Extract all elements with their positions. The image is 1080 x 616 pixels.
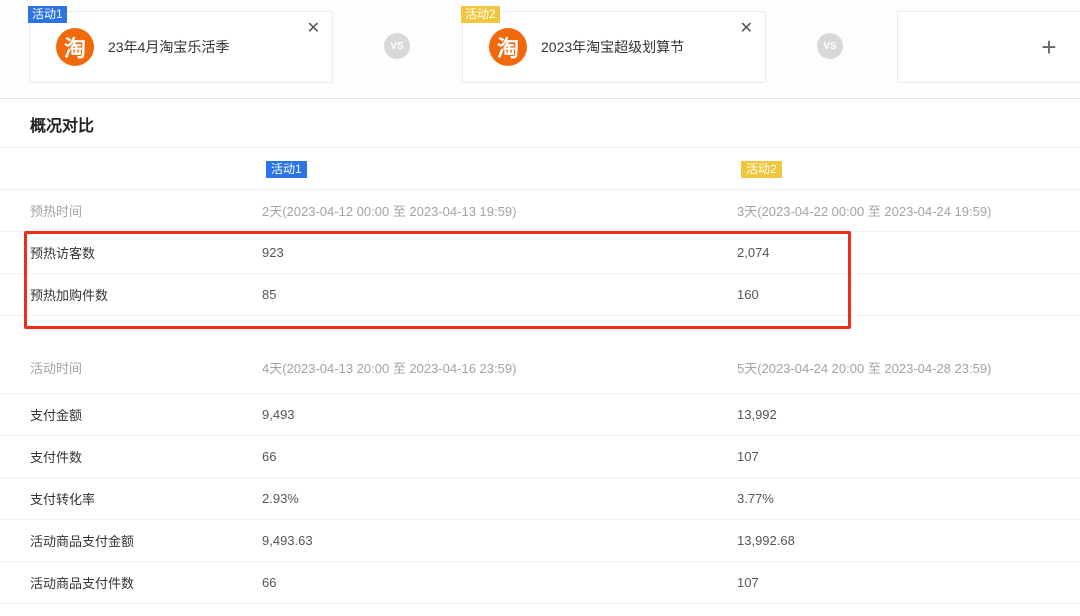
activity1-value: 9,493 <box>262 407 737 422</box>
add-activity-card[interactable]: + <box>897 11 1080 83</box>
comparison-table: 活动1 活动2 预热时间 2天(2023-04-12 00:00 至 2023-… <box>0 148 1080 604</box>
activity-card-1[interactable]: 活动1 淘 23年4月淘宝乐活季 ✕ <box>29 11 333 83</box>
activity2-column-header: 活动2 <box>741 161 782 178</box>
activity2-value: 107 <box>737 449 1080 464</box>
row-label: 预热时间 <box>30 201 262 220</box>
activity1-value: 9,493.63 <box>262 533 737 548</box>
activity2-value: 107 <box>737 575 1080 590</box>
row-label: 活动商品支付金额 <box>30 531 262 550</box>
activity2-badge: 活动2 <box>461 6 500 23</box>
activity2-value: 3.77% <box>737 491 1080 506</box>
activity2-title: 2023年淘宝超级划算节 <box>541 37 684 57</box>
table-row: 预热访客数 923 2,074 <box>0 232 1080 274</box>
page-title: 概况对比 <box>30 112 94 136</box>
row-label: 预热访客数 <box>30 243 262 262</box>
table-row: 预热时间 2天(2023-04-12 00:00 至 2023-04-13 19… <box>0 190 1080 232</box>
table-row: 支付转化率 2.93% 3.77% <box>0 478 1080 520</box>
activity2-value: 5天(2023-04-24 20:00 至 2023-04-28 23:59) <box>737 358 1080 377</box>
taobao-logo-icon: 淘 <box>56 28 94 66</box>
activity1-title: 23年4月淘宝乐活季 <box>108 37 229 57</box>
activity1-value: 4天(2023-04-13 20:00 至 2023-04-16 23:59) <box>262 358 737 377</box>
activity2-value: 2,074 <box>737 245 1080 260</box>
vs-badge: VS <box>384 33 410 59</box>
row-label: 支付件数 <box>30 447 262 466</box>
activity1-value: 2.93% <box>262 491 737 506</box>
comparison-table-body: 预热时间 2天(2023-04-12 00:00 至 2023-04-13 19… <box>0 190 1080 604</box>
table-header-row: 活动1 活动2 <box>0 148 1080 190</box>
activity-card-2[interactable]: 活动2 淘 2023年淘宝超级划算节 ✕ <box>462 11 766 83</box>
row-label: 活动商品支付件数 <box>30 573 262 592</box>
activity2-value: 3天(2023-04-22 00:00 至 2023-04-24 19:59) <box>737 201 1080 220</box>
section-header: 概况对比 <box>0 100 1080 148</box>
table-row: 活动商品支付件数 66 107 <box>0 562 1080 604</box>
table-row: 预热加购件数 85 160 <box>0 274 1080 316</box>
row-label: 活动时间 <box>30 358 262 377</box>
row-label: 预热加购件数 <box>30 285 262 304</box>
activity1-value: 85 <box>262 287 737 302</box>
taobao-logo-icon: 淘 <box>489 28 527 66</box>
activity-selector-bar: 活动1 淘 23年4月淘宝乐活季 ✕ VS 活动2 淘 2023年淘宝超级划算节… <box>0 0 1080 99</box>
plus-icon[interactable]: + <box>1041 32 1056 63</box>
activity2-value: 13,992.68 <box>737 533 1080 548</box>
campaign-comparison-page: 活动1 淘 23年4月淘宝乐活季 ✕ VS 活动2 淘 2023年淘宝超级划算节… <box>0 0 1080 616</box>
activity1-value: 66 <box>262 449 737 464</box>
activity1-value: 66 <box>262 575 737 590</box>
activity1-column-header: 活动1 <box>266 161 307 178</box>
activity1-value: 923 <box>262 245 737 260</box>
vs-badge: VS <box>817 33 843 59</box>
row-label: 支付转化率 <box>30 489 262 508</box>
close-icon[interactable]: ✕ <box>740 20 753 38</box>
table-row: 支付金额 9,493 13,992 <box>0 394 1080 436</box>
activity1-badge: 活动1 <box>28 6 67 23</box>
row-label: 支付金额 <box>30 405 262 424</box>
table-row: 活动时间 4天(2023-04-13 20:00 至 2023-04-16 23… <box>0 342 1080 394</box>
activity2-value: 13,992 <box>737 407 1080 422</box>
table-row: 活动商品支付金额 9,493.63 13,992.68 <box>0 520 1080 562</box>
activity2-value: 160 <box>737 287 1080 302</box>
close-icon[interactable]: ✕ <box>307 20 320 38</box>
table-row: 支付件数 66 107 <box>0 436 1080 478</box>
activity1-value: 2天(2023-04-12 00:00 至 2023-04-13 19:59) <box>262 201 737 220</box>
